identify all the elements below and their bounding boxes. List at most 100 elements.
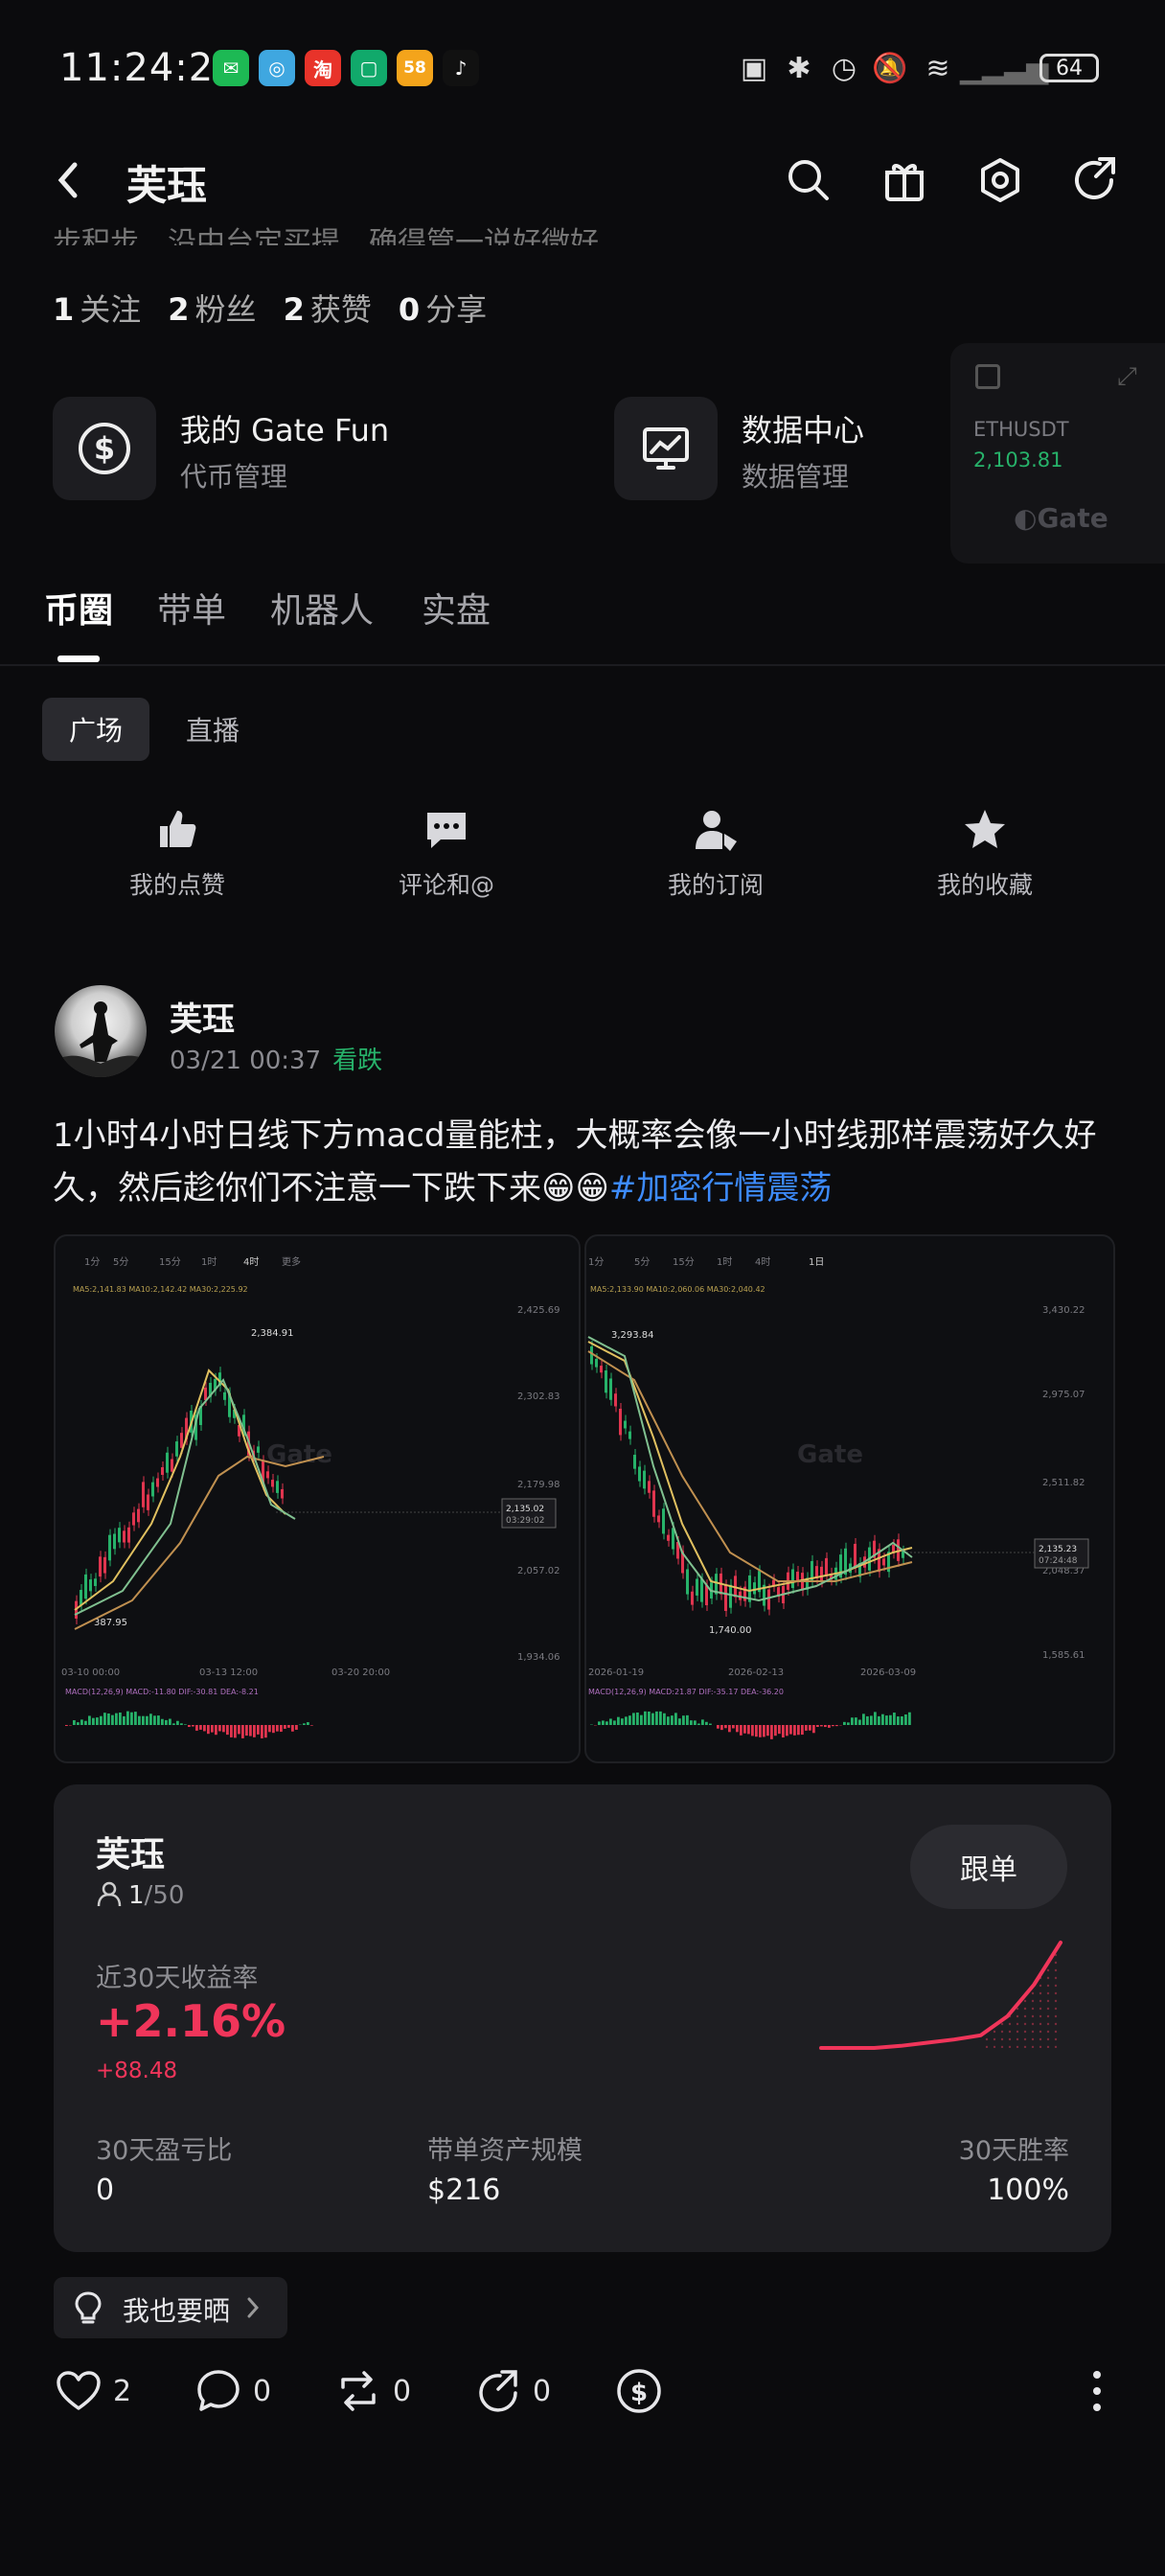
candle [223, 1392, 226, 1400]
share-prompt-label: 我也要晒 [123, 2295, 231, 2327]
copy-trade-card[interactable]: 芙珏 1/50 跟单 近30天收益率 +2.16% +88.48 30天盈亏比 … [54, 1784, 1111, 2252]
macd-bar [222, 1725, 225, 1733]
candle [127, 1527, 130, 1543]
hashtag-link[interactable]: #加密行情震荡 [609, 1169, 833, 1208]
post-author[interactable]: 芙珏 [170, 993, 235, 1040]
thumbs-up-icon [160, 811, 196, 847]
tip-button[interactable]: $ [615, 2367, 663, 2415]
candle [118, 1528, 121, 1543]
macd-bar [605, 1721, 608, 1725]
candle [80, 1590, 82, 1605]
candle [166, 1452, 169, 1473]
candle [691, 1591, 694, 1605]
macd-bar [901, 1715, 903, 1725]
macd-bar [789, 1725, 792, 1735]
macd-bar [276, 1725, 279, 1732]
macd-bar [287, 1725, 290, 1728]
candle [700, 1578, 703, 1602]
macd-bar [667, 1716, 670, 1725]
tab-coin-circle[interactable]: 币圈 [44, 583, 113, 632]
tab-live-account[interactable]: 实盘 [422, 583, 491, 632]
search-icon[interactable] [784, 155, 834, 205]
aum-label: 带单资产规模 [427, 2136, 582, 2166]
copy-trade-button[interactable]: 跟单 [910, 1825, 1067, 1909]
stat-followers[interactable]: 2 粉丝 [168, 286, 256, 330]
stat-following[interactable]: 1 关注 [53, 286, 141, 330]
chart-tab: 1分 [588, 1256, 604, 1268]
chart-tab: 5分 [634, 1256, 650, 1268]
macd-bar [774, 1725, 777, 1736]
stat-shares[interactable]: 0 分享 [399, 286, 487, 330]
comments-mentions-label: 评论和@ [398, 871, 494, 899]
floating-ticker-widget[interactable]: ⤢ ETHUSDT 2,103.81 ◐Gate [950, 343, 1165, 564]
gift-icon[interactable] [879, 155, 929, 205]
gate-fun-card[interactable]: $ 我的 Gate Fun 代币管理 [53, 397, 589, 502]
axis-label: 2,057.02 [517, 1566, 560, 1576]
macd-bar [238, 1725, 240, 1735]
macd-bar [169, 1718, 171, 1725]
expand-icon[interactable]: ⤢ [1117, 362, 1137, 392]
share-icon[interactable] [1071, 155, 1121, 205]
comment-button[interactable]: 0 [195, 2367, 271, 2415]
candle [281, 1488, 284, 1499]
like-count: 2 [113, 2374, 132, 2408]
tab-copy-trading[interactable]: 带单 [157, 583, 226, 632]
macd-bar [207, 1725, 210, 1735]
minimize-icon[interactable] [975, 364, 1000, 389]
repost-button[interactable]: 0 [335, 2367, 411, 2415]
avatar[interactable] [55, 985, 147, 1077]
stat-likes[interactable]: 2 获赞 [284, 286, 372, 330]
tab-bots[interactable]: 机器人 [270, 583, 374, 632]
axis-label: 3,430.22 [1042, 1305, 1085, 1316]
dollar-tip-icon: $ [617, 2369, 661, 2413]
macd-bar [889, 1714, 892, 1725]
macd-bar [885, 1715, 888, 1725]
date-label: 2026-01-19 [588, 1668, 644, 1678]
mute-icon: 🔕 [872, 51, 908, 85]
macd-bar [843, 1721, 846, 1725]
comments-mentions-button[interactable]: 评论和@ [351, 807, 542, 901]
post-datetime: 03/21 00:37 [170, 1046, 322, 1075]
data-center-card[interactable]: 数据中心 数据管理 [614, 397, 940, 502]
macd-bar [261, 1725, 263, 1738]
like-button[interactable]: 2 [56, 2367, 131, 2415]
back-icon[interactable] [50, 153, 88, 207]
my-subscriptions-button[interactable]: 我的订阅 [620, 807, 811, 901]
user-icon [97, 1881, 122, 1907]
high-label: 3,293.84 [611, 1330, 654, 1341]
macd-bar [717, 1725, 720, 1729]
macd-bar [862, 1714, 865, 1725]
macd-bar [92, 1717, 95, 1725]
chart-image-left[interactable]: 1分 5分 15分 1时 4时 更多 MA5:2,141.83 MA10:2,1… [54, 1234, 581, 1763]
macd-bar [134, 1712, 137, 1725]
share-post-button[interactable]: 0 [475, 2367, 551, 2415]
macd-bar [602, 1720, 605, 1725]
high-label: 2,384.91 [251, 1328, 294, 1339]
candle [643, 1470, 646, 1489]
my-favorites-button[interactable]: 我的收藏 [889, 807, 1081, 901]
my-likes-button[interactable]: 我的点赞 [81, 807, 273, 901]
chart-tab: 1日 [809, 1257, 824, 1268]
macd-bar [111, 1714, 114, 1725]
settings-icon[interactable] [975, 155, 1025, 205]
subtab-live[interactable]: 直播 [169, 698, 257, 761]
subtab-square[interactable]: 广场 [42, 698, 149, 761]
candle [628, 1431, 631, 1439]
candle [94, 1578, 97, 1586]
macd-bar [199, 1725, 202, 1730]
macd-bar [694, 1720, 697, 1725]
more-options-icon[interactable] [1083, 2367, 1111, 2415]
macd-bar [870, 1715, 873, 1725]
dollar-coin-icon: $ [53, 397, 156, 500]
chart-image-right[interactable]: 1分 5分 15分 1时 4时 1日 MA5:2,133.90 MA10:2,0… [584, 1234, 1115, 1763]
macd-bar [215, 1725, 217, 1736]
macd-bar [291, 1725, 294, 1732]
macd-bar [874, 1712, 877, 1725]
macd-bar [119, 1712, 122, 1725]
share-prompt-button[interactable]: 我也要晒 [54, 2277, 287, 2338]
candle [614, 1393, 617, 1407]
macd-bar [824, 1725, 827, 1728]
price-tag: 2,135.23 [1039, 1545, 1077, 1554]
trader-name: 芙珏 [96, 1835, 166, 1874]
macd-bar [65, 1725, 68, 1727]
